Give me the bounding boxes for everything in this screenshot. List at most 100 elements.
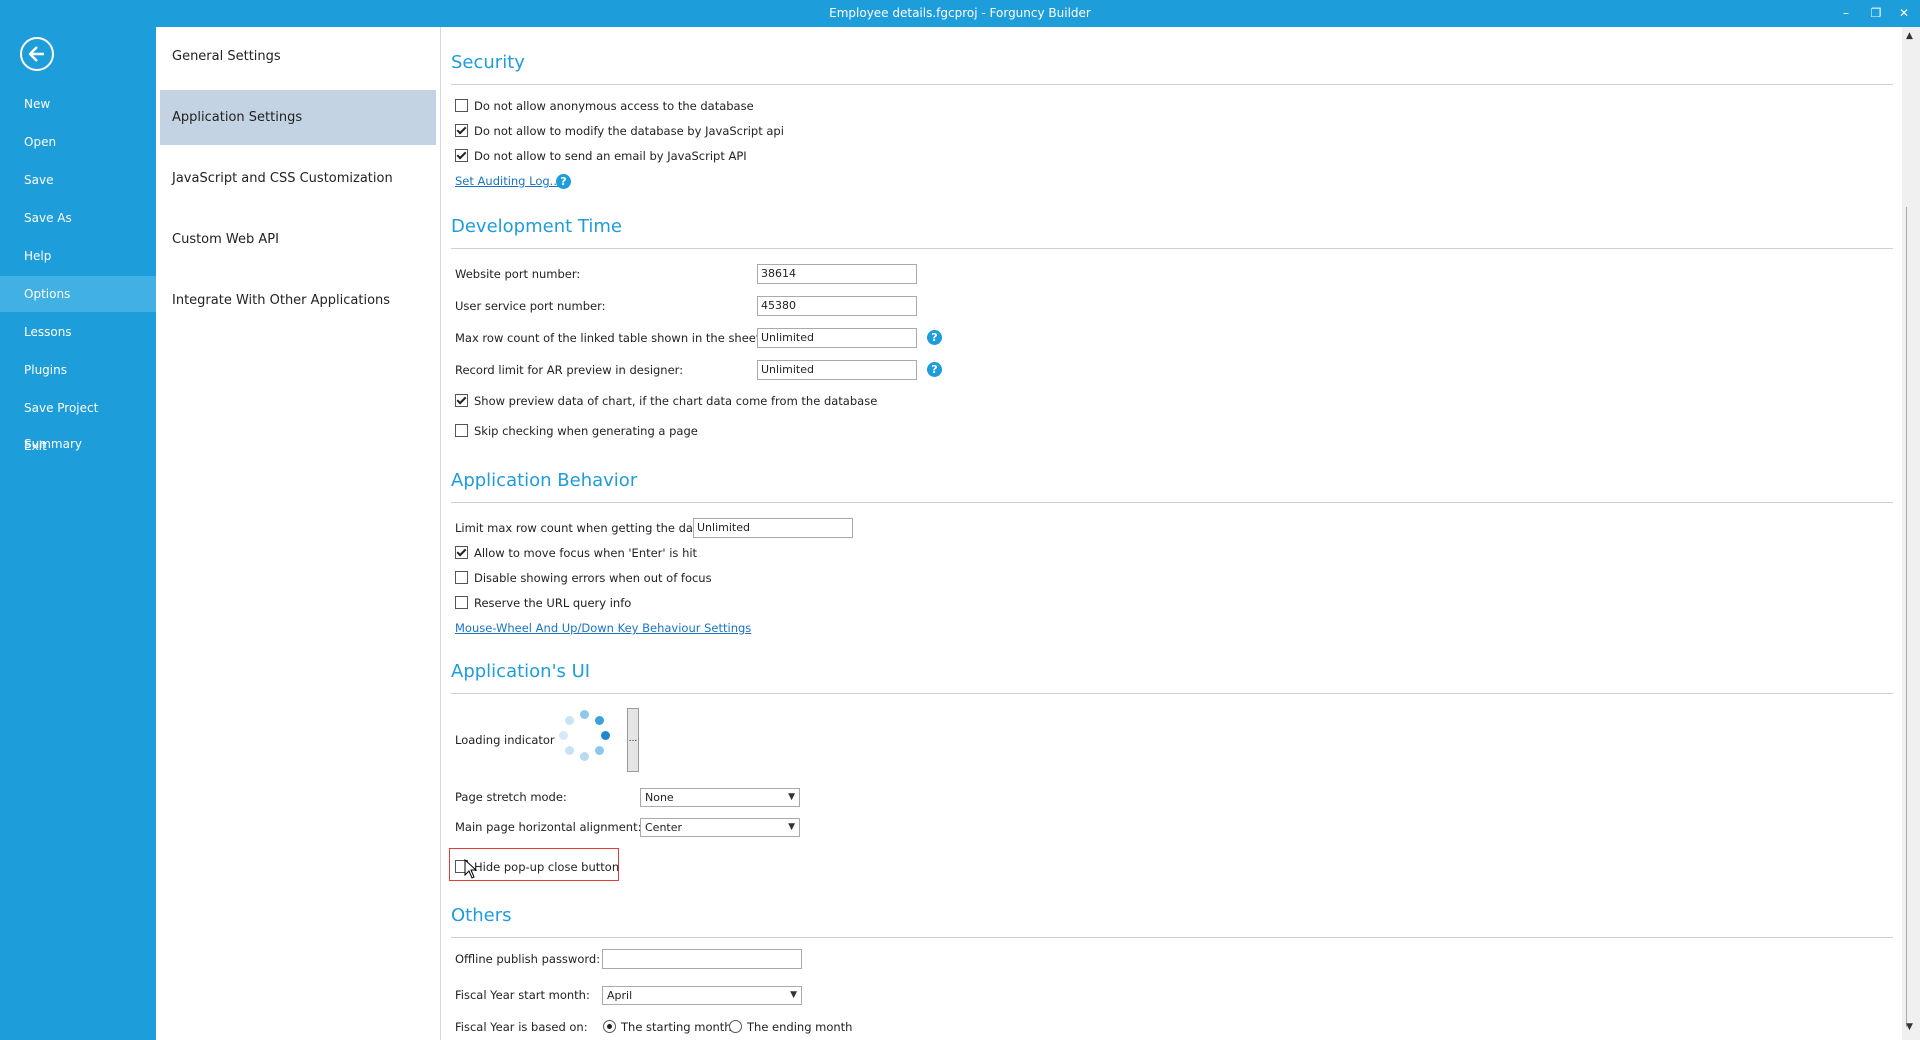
modify-db-row[interactable]: Do not allow to modify the database by J… [455, 121, 784, 141]
loading-indicator-label: Loading indicator [455, 733, 555, 747]
ending-month-radio-option[interactable]: The ending month [729, 1017, 852, 1037]
record-limit-label: Record limit for AR preview in designer: [455, 363, 684, 377]
nav-item-help[interactable]: Help [0, 238, 156, 274]
close-button[interactable]: ✕ [1894, 4, 1914, 22]
disable-errors-label: Disable showing errors when out of focus [474, 571, 712, 585]
fiscal-based-label: Fiscal Year is based on: [455, 1020, 588, 1034]
horizontal-alignment-value: Center [645, 821, 683, 834]
minimize-button[interactable]: – [1836, 4, 1856, 22]
settings-item-general[interactable]: General Settings [160, 29, 436, 84]
max-row-label: Max row count of the linked table shown … [455, 331, 765, 345]
modify-db-label: Do not allow to modify the database by J… [474, 124, 784, 138]
skip-checking-checkbox[interactable] [455, 424, 468, 437]
scrollbar-thumb[interactable] [1906, 207, 1917, 1027]
website-port-label: Website port number: [455, 267, 581, 281]
enter-focus-label: Allow to move focus when 'Enter' is hit [474, 546, 698, 560]
nav-item-lessons[interactable]: Lessons [0, 314, 156, 350]
backstage-nav: New Open Save Save As Help Options Lesso… [0, 27, 156, 1040]
preview-chart-checkbox[interactable] [455, 394, 468, 407]
skip-checking-label: Skip checking when generating a page [474, 424, 698, 438]
anon-access-checkbox[interactable] [455, 99, 468, 112]
section-title-others: Others [451, 905, 512, 926]
user-port-input[interactable]: 45380 [757, 296, 917, 316]
horizontal-alignment-select[interactable]: Center ▼ [640, 818, 800, 837]
page-stretch-value: None [645, 791, 674, 804]
scroll-up-arrow-icon[interactable]: ▲ [1906, 31, 1913, 41]
reserve-url-checkbox[interactable] [455, 596, 468, 609]
section-title-security: Security [451, 52, 525, 73]
reserve-url-row[interactable]: Reserve the URL query info [455, 593, 631, 613]
website-port-input[interactable]: 38614 [757, 264, 917, 284]
ending-month-radio[interactable] [729, 1020, 742, 1033]
scroll-down-arrow-icon[interactable]: ▼ [1906, 1022, 1913, 1032]
send-email-checkbox[interactable] [455, 149, 468, 162]
vertical-scrollbar[interactable]: ▲ ▼ [1902, 27, 1920, 1040]
settings-item-application[interactable]: Application Settings [160, 90, 436, 145]
user-port-label: User service port number: [455, 299, 606, 313]
fiscal-month-value: April [607, 989, 633, 1002]
disable-errors-row[interactable]: Disable showing errors when out of focus [455, 568, 712, 588]
settings-category-list: General Settings Application Settings Ja… [156, 27, 441, 1040]
nav-item-open[interactable]: Open [0, 124, 156, 160]
settings-item-integrate[interactable]: Integrate With Other Applications [160, 273, 436, 328]
enter-focus-checkbox[interactable] [455, 546, 468, 559]
starting-month-label: The starting month [621, 1020, 732, 1034]
horizontal-alignment-label: Main page horizontal alignment: [455, 820, 642, 834]
record-limit-input[interactable]: Unlimited [757, 360, 917, 380]
reserve-url-label: Reserve the URL query info [474, 596, 632, 610]
auditing-log-link[interactable]: Set Auditing Log... [455, 172, 561, 190]
section-divider [451, 937, 1893, 938]
page-stretch-label: Page stretch mode: [455, 790, 567, 804]
section-title-application-behavior: Application Behavior [451, 470, 638, 491]
back-arrow-icon [28, 46, 44, 62]
fiscal-month-label: Fiscal Year start month: [455, 988, 590, 1002]
mouse-wheel-settings-link[interactable]: Mouse-Wheel And Up/Down Key Behaviour Se… [455, 619, 751, 637]
settings-item-custom-web-api[interactable]: Custom Web API [160, 212, 436, 267]
skip-checking-row[interactable]: Skip checking when generating a page [455, 421, 698, 441]
loading-indicator-browse-button[interactable]: ... [627, 708, 639, 772]
help-icon[interactable]: ? [556, 174, 571, 189]
help-icon[interactable]: ? [927, 330, 942, 345]
anon-access-row[interactable]: Do not allow anonymous access to the dat… [455, 96, 754, 116]
mouse-cursor-icon [464, 859, 478, 879]
back-button[interactable] [20, 37, 54, 71]
ending-month-label: The ending month [747, 1020, 853, 1034]
nav-item-save-project-summary[interactable]: Save Project Summary [0, 390, 156, 451]
restore-button[interactable]: ❐ [1866, 4, 1886, 22]
settings-content: Security Do not allow anonymous access t… [441, 27, 1901, 1040]
send-email-row[interactable]: Do not allow to send an email by JavaScr… [455, 146, 747, 166]
hide-close-row[interactable]: Hide pop-up close button [455, 857, 619, 877]
section-divider [451, 502, 1893, 503]
settings-item-js-css[interactable]: JavaScript and CSS Customization [160, 151, 436, 206]
limit-max-row-input[interactable]: Unlimited [693, 518, 853, 538]
starting-month-radio[interactable] [603, 1020, 616, 1033]
chevron-down-icon: ▼ [790, 990, 797, 1000]
send-email-label: Do not allow to send an email by JavaScr… [474, 149, 747, 163]
chevron-down-icon: ▼ [788, 792, 795, 802]
section-divider [451, 84, 1893, 85]
fiscal-month-select[interactable]: April ▼ [602, 986, 802, 1005]
page-stretch-select[interactable]: None ▼ [640, 788, 800, 807]
offline-password-input[interactable] [602, 949, 802, 969]
title-bar: Employee details.fgcproj - Forguncy Buil… [0, 0, 1920, 27]
loading-spinner-icon [559, 710, 619, 770]
nav-item-plugins[interactable]: Plugins [0, 352, 156, 388]
window-title: Employee details.fgcproj - Forguncy Buil… [829, 6, 1091, 20]
enter-focus-row[interactable]: Allow to move focus when 'Enter' is hit [455, 543, 697, 563]
nav-item-save[interactable]: Save [0, 162, 156, 198]
preview-chart-row[interactable]: Show preview data of chart, if the chart… [455, 391, 877, 411]
nav-item-save-as[interactable]: Save As [0, 200, 156, 236]
max-row-input[interactable]: Unlimited [757, 328, 917, 348]
chevron-down-icon: ▼ [788, 822, 795, 832]
nav-item-options[interactable]: Options [0, 276, 156, 312]
starting-month-radio-option[interactable]: The starting month [603, 1017, 732, 1037]
preview-chart-label: Show preview data of chart, if the chart… [474, 394, 878, 408]
help-icon[interactable]: ? [927, 362, 942, 377]
section-title-application-ui: Application's UI [451, 661, 591, 682]
disable-errors-checkbox[interactable] [455, 571, 468, 584]
anon-access-label: Do not allow anonymous access to the dat… [474, 99, 754, 113]
nav-item-exit[interactable]: Exit [0, 428, 156, 464]
nav-item-new[interactable]: New [0, 86, 156, 122]
offline-password-label: Offline publish password: [455, 952, 601, 966]
modify-db-checkbox[interactable] [455, 124, 468, 137]
